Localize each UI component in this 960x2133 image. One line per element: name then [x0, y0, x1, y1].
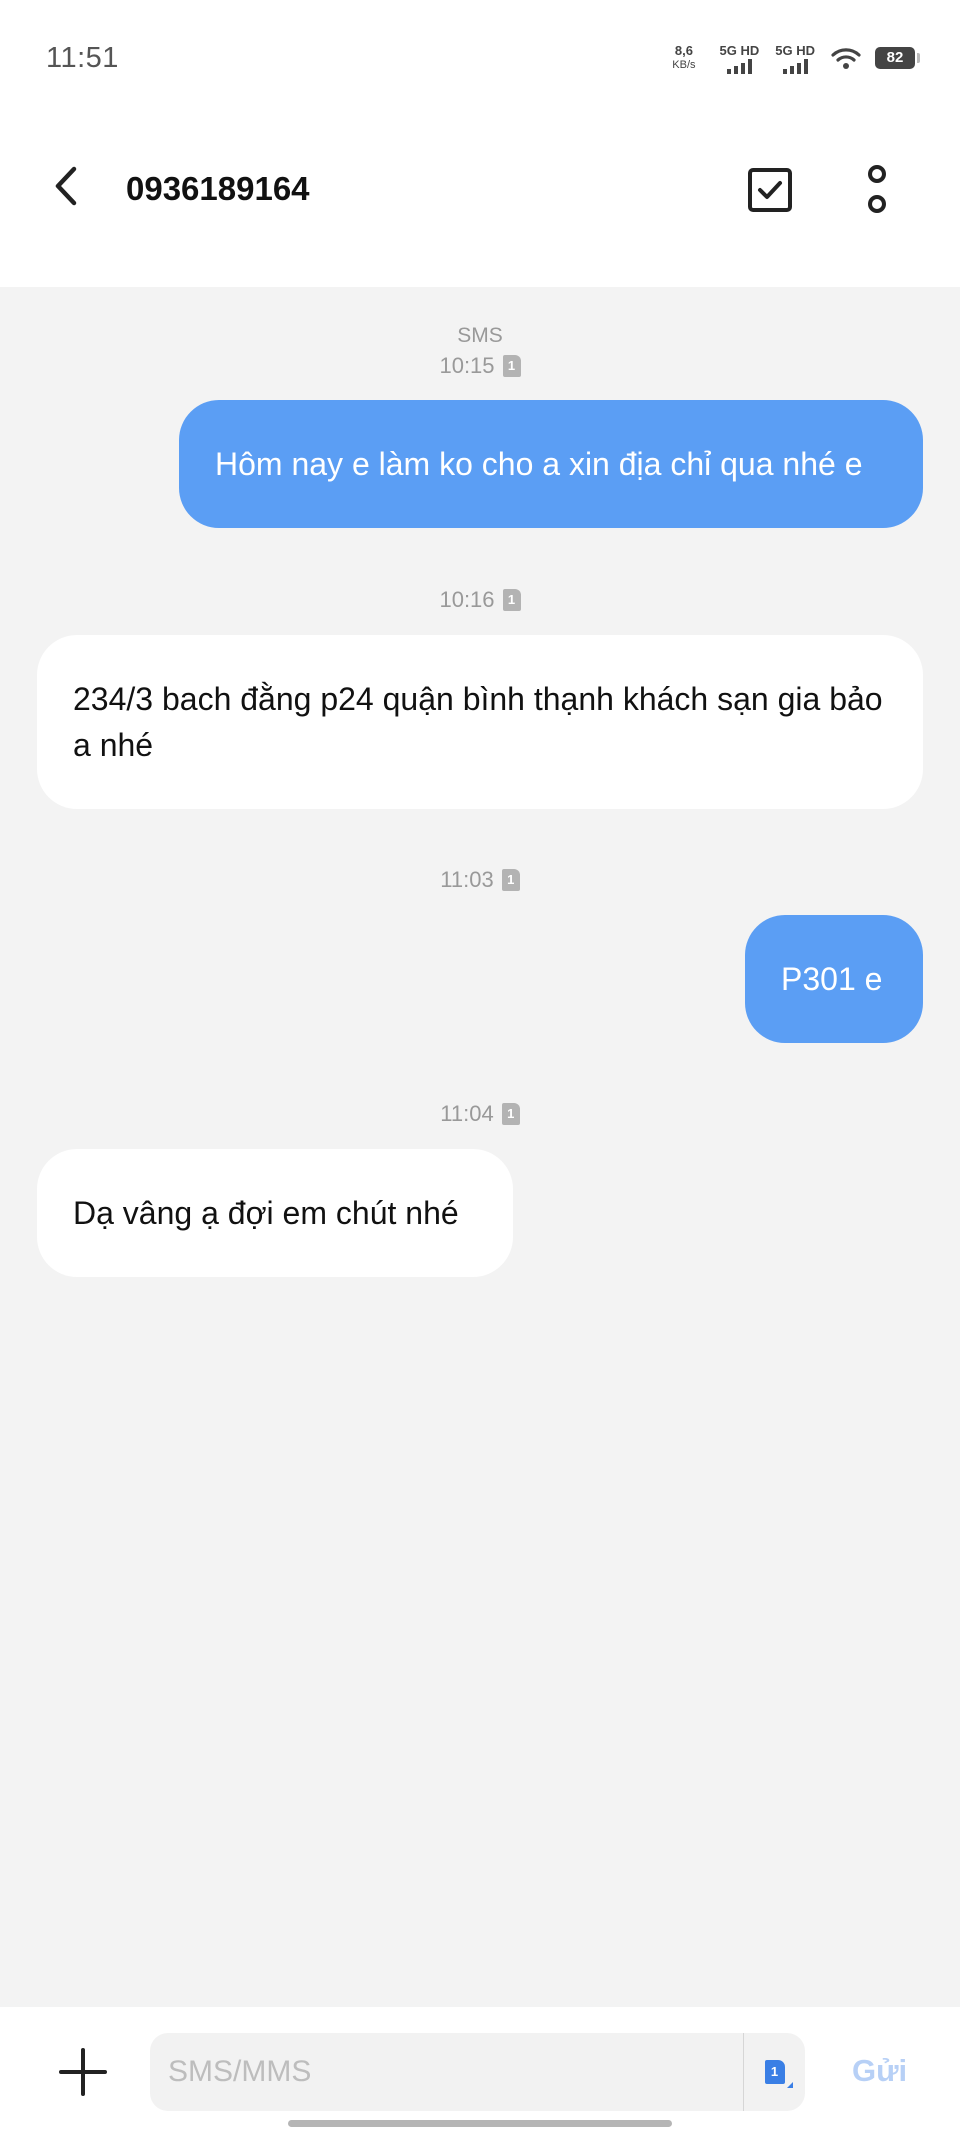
message-text: Dạ vâng ạ đợi em chút nhé — [73, 1195, 459, 1231]
attach-button[interactable] — [58, 2047, 108, 2097]
timestamp-text: 10:15 — [439, 353, 495, 378]
status-bar: 11:51 8,6 KB/s 5G HD 5G HD 82 — [0, 0, 960, 120]
message-timestamp: 11:04 1 — [0, 1101, 960, 1127]
message-timestamp: 10:15 1 — [0, 353, 960, 379]
sim1-network-label: 5G HD — [719, 42, 760, 58]
more-options-button[interactable] — [855, 160, 899, 220]
channel-label: SMS — [457, 324, 503, 347]
checkbox-icon — [748, 168, 792, 212]
status-time: 11:51 — [46, 42, 119, 74]
sim2-network-label: 5G HD — [775, 42, 815, 58]
timestamp-text: 11:03 — [440, 867, 494, 892]
timestamp-text: 10:16 — [439, 587, 495, 612]
back-button[interactable] — [44, 164, 88, 208]
message-thread[interactable]: SMS 10:15 1 Hôm nay e làm ko cho a xin đ… — [0, 287, 960, 2007]
timestamp-text: 11:04 — [440, 1101, 494, 1126]
wifi-icon — [831, 48, 861, 69]
network-speed: 8,6 KB/s — [672, 44, 695, 72]
send-button[interactable]: Gửi — [852, 2053, 907, 2089]
signal-bars-icon — [782, 58, 808, 74]
message-timestamp: 10:16 1 — [0, 587, 960, 613]
message-text: Hôm nay e làm ko cho a xin địa chỉ qua n… — [215, 446, 863, 482]
network-speed-unit: KB/s — [672, 59, 696, 71]
message-text: 234/3 bach đằng p24 quận bình thạnh khác… — [73, 681, 883, 763]
message-text: P301 e — [781, 961, 883, 997]
home-indicator[interactable] — [288, 2120, 672, 2127]
conversation-header: 0936189164 — [0, 120, 960, 287]
contact-title: 0936189164 — [126, 170, 310, 207]
message-input-container: 1 — [150, 2033, 805, 2111]
sim-select-button[interactable]: 1 — [743, 2033, 805, 2111]
message-composer: 1 Gửi — [0, 2007, 960, 2133]
status-icons: 8,6 KB/s 5G HD 5G HD 82 — [672, 40, 920, 76]
signal-bars-icon — [726, 58, 752, 74]
select-messages-button[interactable] — [745, 165, 795, 215]
chevron-left-icon — [55, 166, 77, 206]
plus-icon — [59, 2048, 107, 2096]
sim2-signal: 5G HD — [775, 43, 815, 74]
sim-card-icon: 1 — [502, 355, 521, 377]
more-vertical-icon — [868, 165, 886, 213]
battery-icon: 82 — [875, 47, 920, 69]
outgoing-message[interactable]: Hôm nay e làm ko cho a xin địa chỉ qua n… — [179, 400, 923, 528]
message-input[interactable] — [168, 2047, 728, 2097]
incoming-message[interactable]: Dạ vâng ạ đợi em chút nhé — [37, 1149, 513, 1277]
network-speed-value: 8,6 — [674, 43, 693, 58]
sim1-signal: 5G HD — [719, 42, 760, 74]
sim-card-icon: 1 — [501, 1103, 520, 1125]
sim-card-icon: 1 — [764, 2060, 793, 2088]
sim-card-icon: 1 — [502, 589, 521, 611]
message-timestamp: 11:03 1 — [0, 867, 960, 893]
incoming-message[interactable]: 234/3 bach đằng p24 quận bình thạnh khác… — [37, 635, 923, 809]
sim-card-icon: 1 — [501, 869, 520, 891]
outgoing-message[interactable]: P301 e — [745, 915, 923, 1043]
